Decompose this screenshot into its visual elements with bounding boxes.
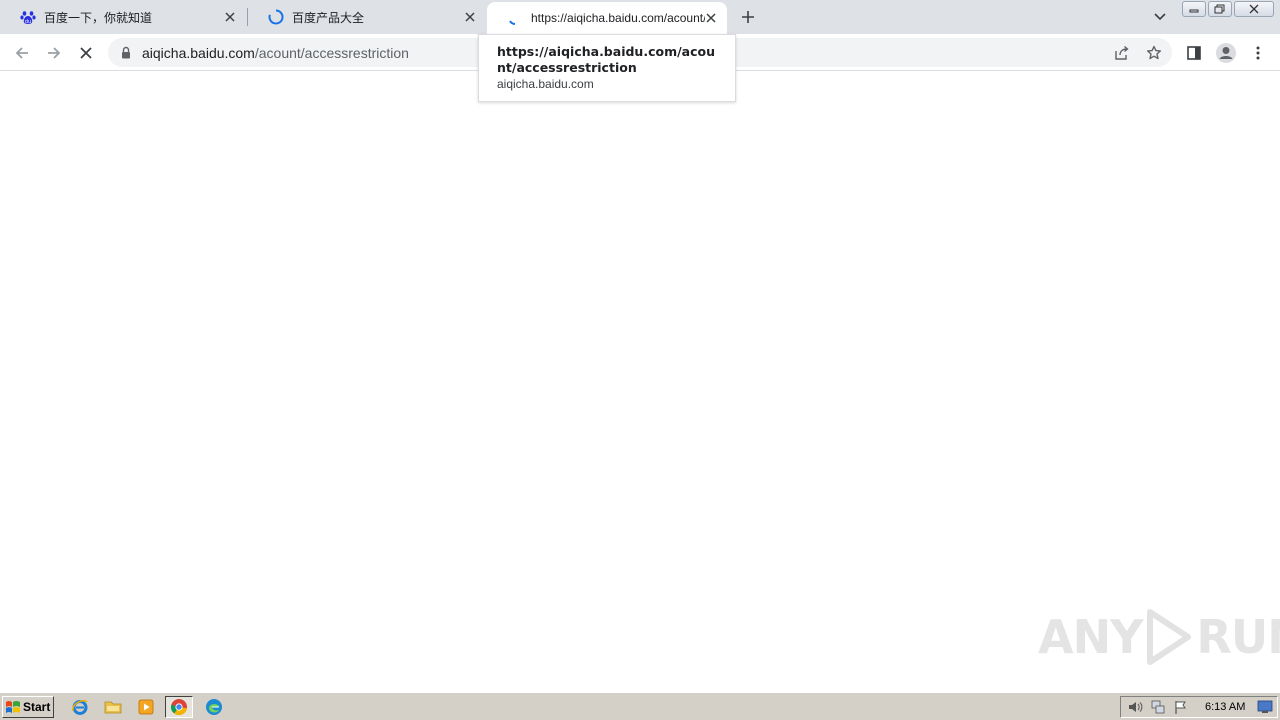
- svg-text:du: du: [25, 19, 31, 25]
- kebab-menu-icon: [1256, 46, 1260, 60]
- plus-icon: [742, 11, 754, 23]
- hover-card-domain: aiqicha.baidu.com: [497, 77, 594, 91]
- new-tab-button[interactable]: [737, 6, 759, 28]
- restore-button[interactable]: [1208, 1, 1232, 17]
- chevron-down-icon: [1154, 13, 1166, 21]
- close-tab-icon[interactable]: [703, 10, 719, 26]
- edge-button[interactable]: [200, 696, 228, 718]
- lock-icon[interactable]: [120, 45, 132, 59]
- system-tray: 6:13 AM: [1120, 696, 1278, 718]
- internet-explorer-button[interactable]: [66, 696, 94, 718]
- loading-spinner-icon: [268, 9, 284, 25]
- windows-flag-icon: [6, 701, 20, 713]
- close-tab-icon[interactable]: [222, 9, 238, 25]
- action-center-flag-icon[interactable]: [1172, 698, 1190, 716]
- url-text[interactable]: aiqicha.baidu.com/acount/accessrestricti…: [142, 45, 409, 61]
- file-explorer-button[interactable]: [99, 696, 127, 718]
- start-button[interactable]: Start: [2, 696, 54, 718]
- tab-title: 百度产品大全: [292, 10, 365, 25]
- folder-icon: [104, 701, 122, 714]
- arrow-right-icon: [48, 47, 61, 59]
- edge-icon: [206, 699, 222, 715]
- hover-card-title: https://aiqicha.baidu.com/acount/accessr…: [497, 44, 715, 75]
- tab-title: 百度一下，你就知道: [44, 10, 153, 25]
- watermark-text-right: RUN: [1196, 610, 1280, 664]
- volume-icon[interactable]: [1126, 698, 1144, 716]
- url-path: /acount/accessrestriction: [254, 45, 409, 61]
- close-icon: [1249, 4, 1259, 14]
- side-panel-icon: [1187, 46, 1201, 60]
- media-player-button[interactable]: [132, 696, 160, 718]
- share-icon[interactable]: [1113, 44, 1131, 62]
- play-logo-icon: [1147, 609, 1192, 665]
- loading-spinner-icon: [507, 10, 523, 26]
- chrome-icon: [170, 699, 187, 716]
- arrow-left-icon: [15, 47, 28, 59]
- windows-taskbar: Start 6:13 AM: [0, 692, 1280, 720]
- watermark-text-left: ANY: [1038, 610, 1143, 664]
- chrome-button[interactable]: [165, 696, 193, 718]
- profile-button[interactable]: [1213, 40, 1239, 66]
- media-player-icon: [138, 699, 154, 715]
- anyrun-watermark: ANY RUN: [1038, 608, 1280, 666]
- menu-button[interactable]: [1245, 40, 1271, 66]
- tab-baidu-products[interactable]: 百度产品大全: [248, 0, 486, 34]
- url-host: aiqicha.baidu.com: [142, 45, 255, 61]
- restore-icon: [1214, 4, 1225, 14]
- back-button[interactable]: [9, 40, 35, 66]
- avatar-icon: [1216, 43, 1236, 63]
- stop-x-icon: [80, 47, 92, 59]
- close-tab-icon[interactable]: [462, 9, 478, 25]
- tab-strip: du 百度一下，你就知道 百度产品大全 https://aiqicha.baid…: [0, 0, 1280, 34]
- tab-baidu-home[interactable]: du 百度一下，你就知道: [0, 0, 246, 34]
- tab-hover-card: https://aiqicha.baidu.com/acount/accessr…: [478, 34, 736, 102]
- baidu-paw-icon: du: [20, 9, 36, 25]
- tab-title: https://aiqicha.baidu.com/acount/accessr…: [531, 11, 705, 25]
- tab-search-button[interactable]: [1150, 7, 1170, 27]
- minimize-icon: [1189, 9, 1199, 13]
- taskbar-clock[interactable]: 6:13 AM: [1205, 701, 1245, 713]
- bookmark-star-icon[interactable]: [1145, 44, 1163, 62]
- side-panel-button[interactable]: [1181, 40, 1207, 66]
- tab-aiqicha-active[interactable]: https://aiqicha.baidu.com/acount/accessr…: [487, 2, 727, 34]
- window-controls: [1180, 1, 1274, 17]
- stop-loading-button[interactable]: [73, 40, 99, 66]
- minimize-button[interactable]: [1182, 1, 1206, 17]
- ie-icon: [72, 699, 88, 715]
- start-label: Start: [23, 700, 51, 714]
- forward-button[interactable]: [41, 40, 67, 66]
- show-desktop-icon[interactable]: [1257, 700, 1273, 714]
- close-window-button[interactable]: [1234, 1, 1274, 17]
- page-content: [0, 72, 1280, 692]
- network-icon[interactable]: [1149, 698, 1167, 716]
